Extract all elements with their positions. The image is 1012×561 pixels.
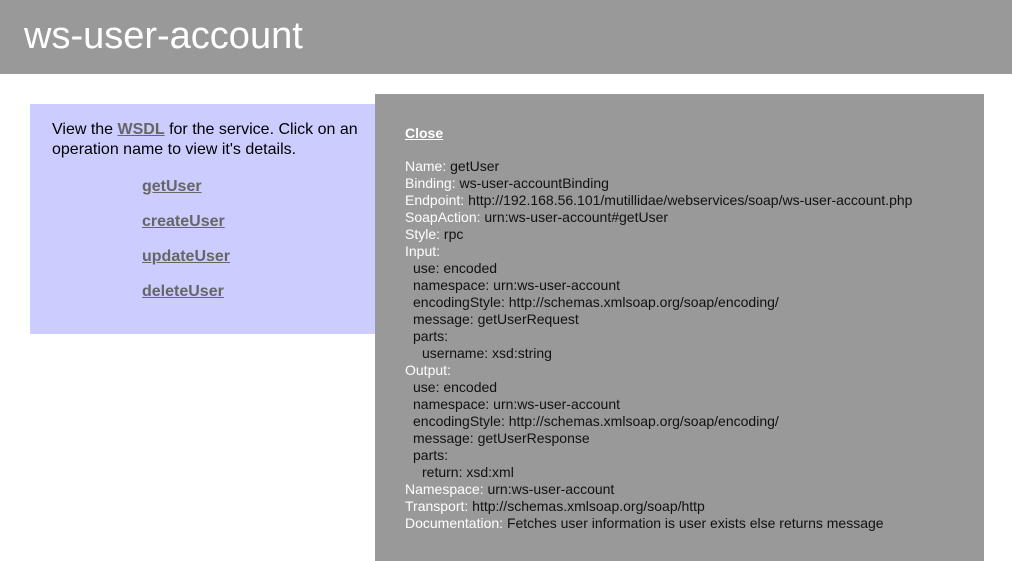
intro-text: View the WSDL for the service. Click on … [52,120,382,160]
detail-label: use: [413,379,440,395]
list-item: deleteUser [142,282,230,317]
list-item: updateUser [142,247,230,282]
intro-prefix: View the [52,121,118,138]
detail-name: Name: getUser [405,158,912,175]
detail-label: namespace: [413,396,490,412]
detail-input-message: message: getUserRequest [405,311,912,328]
wsdl-link[interactable]: WSDL [118,121,165,138]
detail-output: Output: [405,362,912,379]
detail-input-namespace: namespace: urn:ws-user-account [405,277,912,294]
detail-input: Input: [405,243,912,260]
detail-value: encoded [443,379,498,395]
detail-output-message: message: getUserResponse [405,430,912,447]
detail-value: http://schemas.xmlsoap.org/soap/encoding… [508,294,779,310]
operation-link-deleteuser[interactable]: deleteUser [142,283,224,300]
detail-label: parts: [413,447,449,463]
detail-value: http://192.168.56.101/mutillidae/webserv… [468,192,913,208]
detail-documentation: Documentation: Fetches user information … [405,515,912,532]
detail-label: use: [413,260,440,276]
detail-value: urn:ws-user-account#getUser [484,209,669,225]
detail-label: encodingStyle: [413,294,505,310]
detail-input-part: username: xsd:string [405,345,912,362]
detail-label: Endpoint: [405,192,465,208]
detail-value: http://schemas.xmlsoap.org/soap/encoding… [508,413,779,429]
detail-input-parts: parts: [405,328,912,345]
detail-label: Style: [405,226,441,242]
detail-label: message: [413,311,474,327]
detail-label: encodingStyle: [413,413,505,429]
operation-link-updateuser[interactable]: updateUser [142,248,230,265]
detail-namespace: Namespace: urn:ws-user-account [405,481,912,498]
page-title: ws-user-account [24,15,303,57]
detail-label: username: [422,345,489,361]
detail-style: Style: rpc [405,226,912,243]
detail-label: namespace: [413,277,490,293]
detail-label: Input: [405,243,441,259]
list-item: createUser [142,212,230,247]
detail-value: getUser [450,158,500,174]
detail-value: urn:ws-user-account [487,481,615,497]
detail-label: SoapAction: [405,209,481,225]
detail-input-encoding: encodingStyle: http://schemas.xmlsoap.or… [405,294,912,311]
detail-value: encoded [443,260,498,276]
operation-list: getUser createUser updateUser deleteUser [142,177,230,317]
detail-label: Binding: [405,175,456,191]
detail-label: Transport: [405,498,469,514]
detail-value: xsd:xml [466,464,514,480]
detail-label: return: [422,464,463,480]
detail-input-use: use: encoded [405,260,912,277]
detail-value: http://schemas.xmlsoap.org/soap/http [472,498,705,514]
detail-output-use: use: encoded [405,379,912,396]
detail-value: getUserRequest [477,311,579,327]
list-item: getUser [142,177,230,212]
operation-details-popup: Close Name: getUser Binding: ws-user-acc… [375,94,984,561]
detail-output-encoding: encodingStyle: http://schemas.xmlsoap.or… [405,413,912,430]
detail-soapaction: SoapAction: urn:ws-user-account#getUser [405,209,912,226]
detail-binding: Binding: ws-user-accountBinding [405,175,912,192]
detail-output-parts: parts: [405,447,912,464]
detail-label: Namespace: [405,481,484,497]
detail-value: getUserResponse [477,430,590,446]
detail-value: urn:ws-user-account [493,277,620,293]
detail-endpoint: Endpoint: http://192.168.56.101/mutillid… [405,192,912,209]
operation-link-getuser[interactable]: getUser [142,178,202,195]
operation-link-createuser[interactable]: createUser [142,213,225,230]
detail-value: Fetches user information is user exists … [506,515,884,531]
detail-label: Output: [405,362,451,378]
detail-value: xsd:string [492,345,552,361]
operations-panel: View the WSDL for the service. Click on … [30,104,390,334]
operation-details: Name: getUser Binding: ws-user-accountBi… [405,158,912,532]
detail-value: rpc [443,226,464,242]
detail-label: message: [413,430,474,446]
detail-output-part: return: xsd:xml [405,464,912,481]
detail-label: Documentation: [405,515,504,531]
close-link[interactable]: Close [405,124,443,142]
page-header: ws-user-account [0,0,1012,74]
detail-transport: Transport: http://schemas.xmlsoap.org/so… [405,498,912,515]
detail-value: ws-user-accountBinding [459,175,609,191]
detail-value: urn:ws-user-account [493,396,620,412]
detail-label: parts: [413,328,449,344]
detail-output-namespace: namespace: urn:ws-user-account [405,396,912,413]
detail-label: Name: [405,158,447,174]
